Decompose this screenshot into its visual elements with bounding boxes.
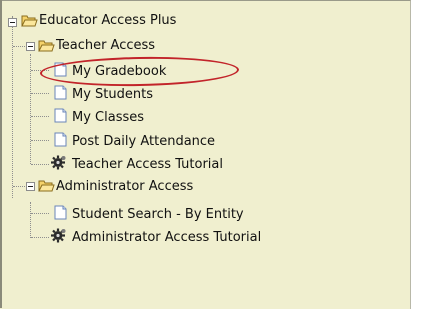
tree-label-student-search-by-entity[interactable]: Student Search - By Entity [72,206,244,223]
tree-item-my-classes[interactable]: My Classes [0,108,410,128]
tree-node-teacher-access[interactable]: Teacher Access [0,37,410,57]
tree-label-educator-access-plus[interactable]: Educator Access Plus [39,12,176,29]
tree-label-my-classes[interactable]: My Classes [72,109,144,126]
tree-label-administrator-access[interactable]: Administrator Access [56,178,193,195]
folder-open-icon [38,40,55,52]
collapse-toggle-icon[interactable] [26,182,35,191]
tree-label-my-students[interactable]: My Students [72,86,153,103]
document-icon [54,132,67,147]
tree-label-teacher-access-tutorial[interactable]: Teacher Access Tutorial [72,156,223,173]
tree-node-administrator-access[interactable]: Administrator Access [0,178,410,198]
collapse-toggle-icon[interactable] [8,18,17,27]
tree-node-educator-access-plus[interactable]: Educator Access Plus [0,10,410,30]
tutorial-gear-icon [51,155,66,170]
tree-label-post-daily-attendance[interactable]: Post Daily Attendance [72,133,215,150]
tutorial-gear-icon [51,228,66,243]
folder-open-icon [21,15,38,27]
document-icon [54,205,67,220]
tree-item-post-daily-attendance[interactable]: Post Daily Attendance [0,132,410,152]
collapse-toggle-icon[interactable] [26,42,35,51]
document-icon [54,85,67,100]
document-icon [54,108,67,123]
tree-label-administrator-access-tutorial[interactable]: Administrator Access Tutorial [72,229,261,246]
tree-item-student-search-by-entity[interactable]: Student Search - By Entity [0,205,410,225]
tree-item-my-students[interactable]: My Students [0,85,410,105]
folder-open-icon [38,180,55,192]
tree-label-teacher-access[interactable]: Teacher Access [56,37,155,54]
tree-item-administrator-access-tutorial[interactable]: Administrator Access Tutorial [0,228,410,248]
tree-item-teacher-access-tutorial[interactable]: Teacher Access Tutorial [0,155,410,175]
